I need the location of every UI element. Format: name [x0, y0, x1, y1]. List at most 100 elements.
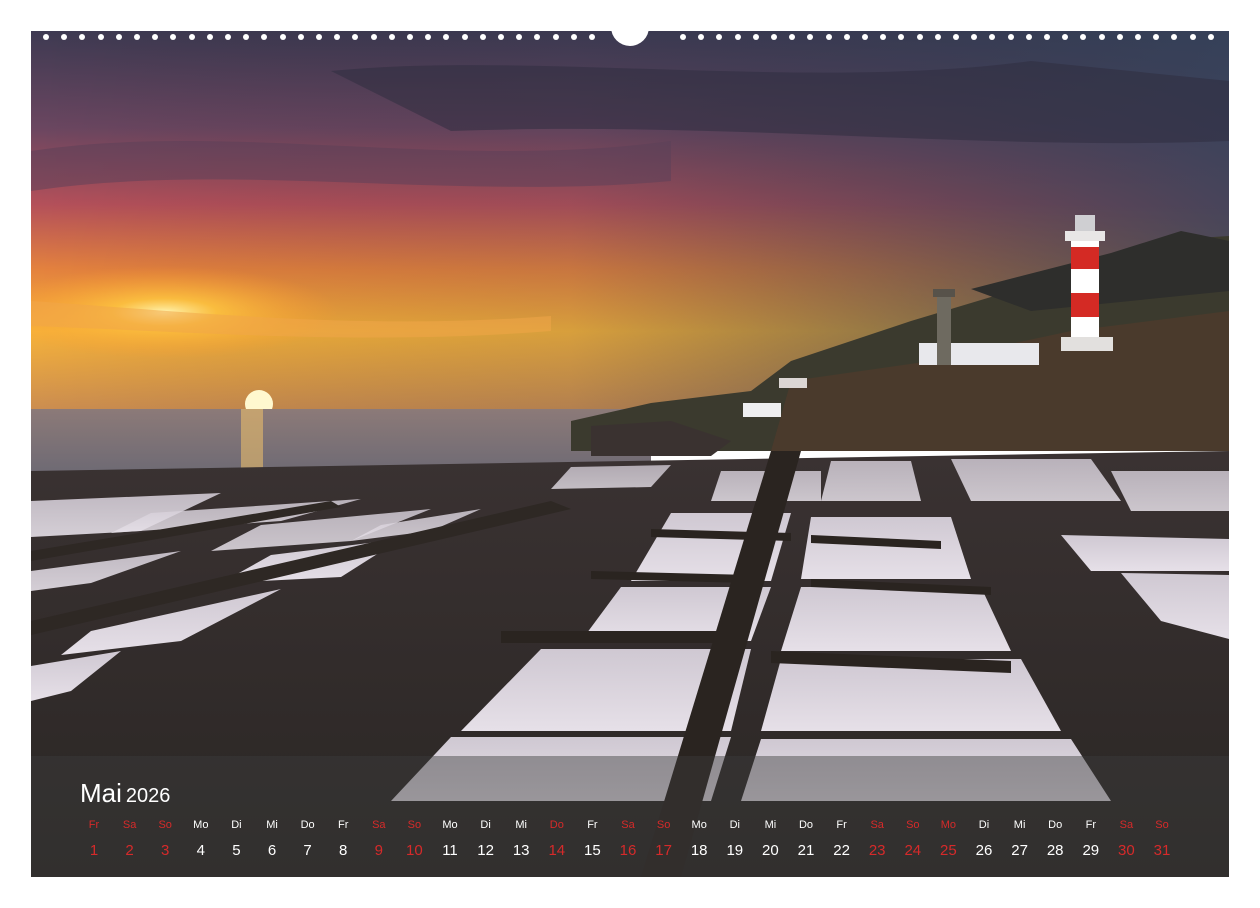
- weekday-label: Sa: [870, 819, 884, 831]
- binding-hole: [589, 34, 595, 40]
- binding-hole: [934, 34, 941, 40]
- day-number: 16: [619, 842, 637, 859]
- weekday-label: Sa: [122, 819, 137, 831]
- weekday-label: So: [407, 819, 422, 831]
- weekday-label: Fr: [587, 819, 598, 831]
- day-number: 29: [1082, 842, 1100, 859]
- binding-hole: [334, 34, 341, 40]
- calendar-day: Sa 9: [361, 818, 397, 861]
- binding-hole: [170, 34, 177, 40]
- calendar-day: So 31: [1144, 818, 1180, 861]
- day-number: 27: [1011, 842, 1028, 859]
- binding-hole: [1189, 34, 1196, 40]
- calendar-day: Mi 27: [1002, 818, 1038, 861]
- binding-hole: [971, 34, 978, 40]
- binding-hole: [862, 34, 868, 40]
- binding-hole: [370, 34, 377, 40]
- binding-hole: [516, 34, 523, 40]
- day-number: 18: [690, 842, 708, 859]
- calendar-day: Di 12: [468, 818, 504, 861]
- day-number: 8: [339, 842, 348, 859]
- binding-hole: [243, 34, 250, 40]
- day-number: 22: [833, 842, 850, 859]
- binding-hole: [43, 34, 49, 40]
- calendar-day: Fr 22: [824, 818, 860, 861]
- salt-pans-sunset-illustration: [31, 31, 1229, 877]
- day-number: 1: [89, 842, 99, 859]
- weekday-label: Do: [300, 819, 315, 831]
- calendar-day: Di 26: [966, 818, 1002, 861]
- day-number: 10: [406, 842, 423, 859]
- binding-hole: [1153, 34, 1160, 40]
- binding-hole: [261, 34, 268, 40]
- binding-hole: [534, 34, 541, 40]
- day-number: 13: [512, 842, 530, 859]
- binding-hole: [297, 34, 304, 40]
- weekday-label: Sa: [1119, 819, 1134, 831]
- calendar-day: Do 14: [539, 818, 575, 861]
- day-number: 2: [125, 842, 134, 859]
- calendar-day: Mo 25: [930, 818, 966, 861]
- binding-hole: [206, 34, 213, 40]
- weekday-label: So: [906, 819, 920, 831]
- weekday-label: Do: [798, 819, 814, 831]
- binding-hole: [316, 34, 322, 40]
- binding-hole: [570, 34, 577, 40]
- weekday-label: Mo: [940, 819, 957, 831]
- binding-hole: [425, 34, 432, 40]
- day-number: 9: [374, 842, 383, 859]
- calendar-day: Do 28: [1037, 818, 1073, 861]
- weekday-label: Di: [480, 819, 491, 831]
- calendar-day: Fr 8: [325, 818, 361, 861]
- calendar-day: Sa 30: [1108, 818, 1144, 861]
- calendar-day: Mo 4: [183, 818, 219, 861]
- day-number: 24: [904, 842, 922, 859]
- binding-hole: [916, 34, 923, 40]
- binding-hole: [352, 34, 359, 40]
- binding-hole: [479, 34, 486, 40]
- binding-hole: [989, 34, 996, 40]
- weekday-label: Di: [729, 819, 740, 831]
- binding-hole: [134, 34, 140, 40]
- calendar-day: Do 21: [788, 818, 824, 861]
- day-number: 17: [655, 842, 672, 859]
- calendar-day: So 10: [396, 818, 432, 861]
- binding-hole: [1207, 34, 1214, 40]
- weekday-label: Mi: [515, 819, 527, 831]
- day-number: 11: [442, 842, 458, 859]
- calendar-day: So 3: [147, 818, 183, 861]
- day-number: 3: [161, 842, 170, 859]
- day-number: 26: [975, 842, 993, 859]
- binding-hole: [1098, 34, 1105, 40]
- binding-hole: [443, 34, 450, 40]
- calendar-day: Mi 6: [254, 818, 290, 861]
- weekday-label: Mi: [1013, 819, 1026, 831]
- binding-hole: [716, 34, 723, 40]
- day-number: 4: [196, 842, 205, 859]
- day-number: 6: [267, 842, 277, 859]
- binding-hole: [953, 34, 959, 40]
- year: 2026: [125, 785, 171, 807]
- binding-hole: [1062, 34, 1069, 40]
- calendar-day: Sa 2: [112, 818, 148, 861]
- weekday-label: Di: [978, 819, 990, 831]
- calendar-day: Mi 20: [752, 818, 788, 861]
- binding-hole: [680, 34, 686, 40]
- weekday-label: Di: [231, 819, 242, 831]
- binding-hole: [1080, 34, 1087, 40]
- binding-hole: [752, 34, 759, 40]
- calendar-day: Mi 13: [503, 818, 539, 861]
- binding-hole: [880, 34, 887, 40]
- calendar-day: Fr 1: [76, 818, 112, 861]
- weekday-label: So: [656, 819, 671, 831]
- weekday-label: Fr: [1085, 819, 1096, 831]
- binding-hole: [825, 34, 832, 40]
- calendar-day: Fr 15: [574, 818, 610, 861]
- calendar-day: Sa 23: [859, 818, 895, 861]
- day-number: 5: [232, 842, 241, 859]
- day-number: 7: [303, 842, 312, 859]
- day-number: 20: [762, 842, 779, 859]
- binding-hole: [461, 34, 468, 40]
- binding-hole: [115, 34, 122, 40]
- weekday-label: Sa: [621, 819, 635, 831]
